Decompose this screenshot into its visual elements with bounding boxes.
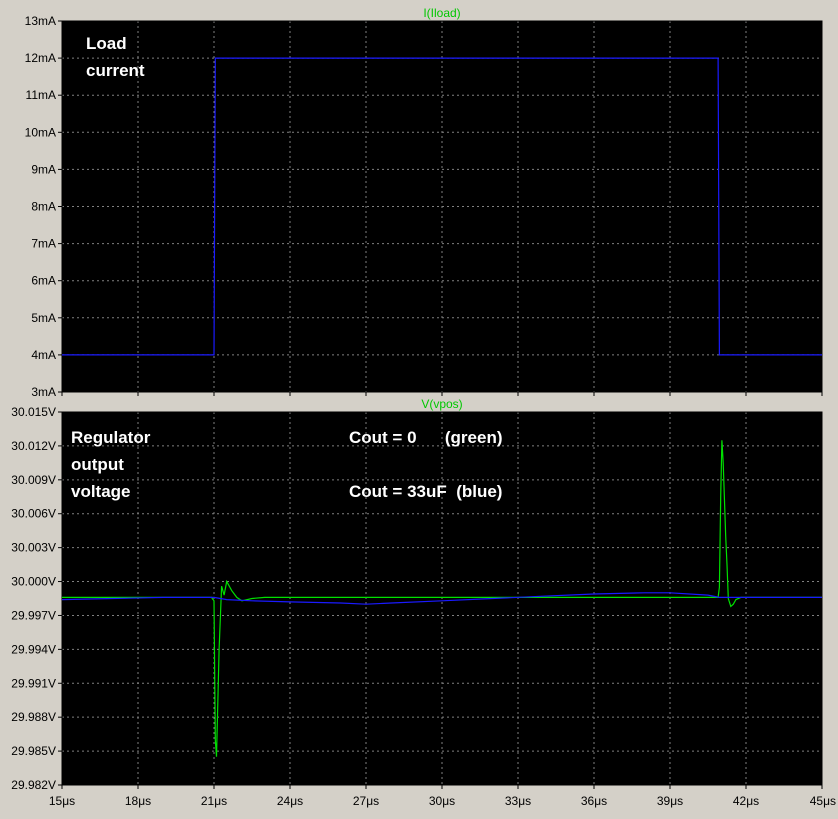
load-label: Load <box>86 34 127 53</box>
y-tick-label: 12mA <box>25 51 56 65</box>
y-tick-label: 29.997V <box>11 608 56 622</box>
voltage-plot-title: V(vpos) <box>421 397 462 411</box>
x-tick-label: 27μs <box>353 794 379 808</box>
x-tick-label: 21μs <box>201 794 227 808</box>
x-tick-label: 30μs <box>429 794 455 808</box>
y-tick-label: 30.015V <box>11 405 56 419</box>
x-tick-label: 45μs <box>810 794 836 808</box>
y-tick-label: 3mA <box>31 385 56 399</box>
y-tick-label: 29.994V <box>11 642 56 656</box>
y-tick-label: 29.988V <box>11 710 56 724</box>
y-tick-label: 7mA <box>31 237 56 251</box>
regulator-label: Regulator <box>71 428 151 447</box>
y-tick-label: 9mA <box>31 162 56 176</box>
y-tick-label: 30.012V <box>11 439 56 453</box>
output-label: output <box>71 455 124 474</box>
y-tick-label: 6mA <box>31 274 56 288</box>
x-tick-label: 15μs <box>49 794 75 808</box>
x-tick-label: 18μs <box>125 794 151 808</box>
current-label: current <box>86 61 145 80</box>
y-tick-label: 13mA <box>25 14 56 28</box>
y-tick-label: 29.985V <box>11 744 56 758</box>
y-tick-label: 5mA <box>31 311 56 325</box>
y-tick-label: 11mA <box>26 88 56 102</box>
y-tick-label: 8mA <box>31 200 56 214</box>
y-tick-label: 10mA <box>25 125 56 139</box>
x-tick-label: 39μs <box>657 794 683 808</box>
current-y-tick-labels: 3mA 4mA 5mA 6mA 7mA 8mA 9mA 10mA 11mA 12mA 13mA <box>25 14 56 399</box>
voltage-y-tick-labels: 29.982V 29.985V 29.988V 29.991V 29.994V 29.99… <box>11 405 56 792</box>
current-pane: 3mA 4mA 5mA 6mA 7mA 8mA 9mA 10mA 11mA 12mA 13mA I(… <box>25 6 823 399</box>
x-tick-label: 42μs <box>733 794 759 808</box>
voltage-pane: 29.982V 29.985V 29.988V 29.991V 29.994V 29.99… <box>11 397 823 792</box>
x-tick-label: 24μs <box>277 794 303 808</box>
y-tick-label: 4mA <box>31 348 56 362</box>
y-tick-label: 30.006V <box>11 507 56 521</box>
y-tick-label: 29.991V <box>11 676 56 690</box>
oscilloscope-plot: 3mA 4mA 5mA 6mA 7mA 8mA 9mA 10mA 11mA 12mA 13mA I(… <box>11 6 836 808</box>
x-tick-label: 36μs <box>581 794 607 808</box>
cout-zero-label: Cout = 0 (green) <box>349 428 503 447</box>
y-tick-label: 29.982V <box>11 778 56 792</box>
voltage-label: voltage <box>71 482 131 501</box>
x-tick-label: 33μs <box>505 794 531 808</box>
y-tick-label: 30.000V <box>11 575 56 589</box>
x-tick-labels: 15μs 18μs 21μs 24μs 27μs 30μs 33μs 36μs 39μs 42μs… <box>49 794 836 808</box>
cout-33uf-label: Cout = 33uF (blue) <box>349 482 502 501</box>
y-tick-label: 30.009V <box>11 473 56 487</box>
current-plot-title: I(Iload) <box>423 6 460 20</box>
y-tick-label: 30.003V <box>11 541 56 555</box>
